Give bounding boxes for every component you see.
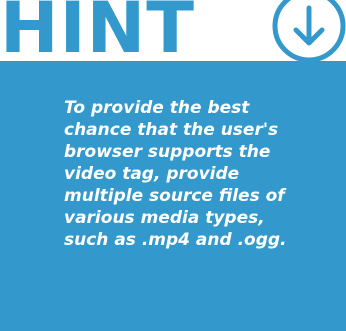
hint-card: To provide the best chance that the user…: [0, 0, 346, 331]
hint-header: HINT: [0, 0, 346, 80]
hint-panel: To provide the best chance that the user…: [0, 61, 346, 331]
hint-text: To provide the best chance that the user…: [64, 98, 287, 250]
download-circle-icon: [272, 0, 346, 63]
hint-title: HINT: [0, 0, 195, 69]
